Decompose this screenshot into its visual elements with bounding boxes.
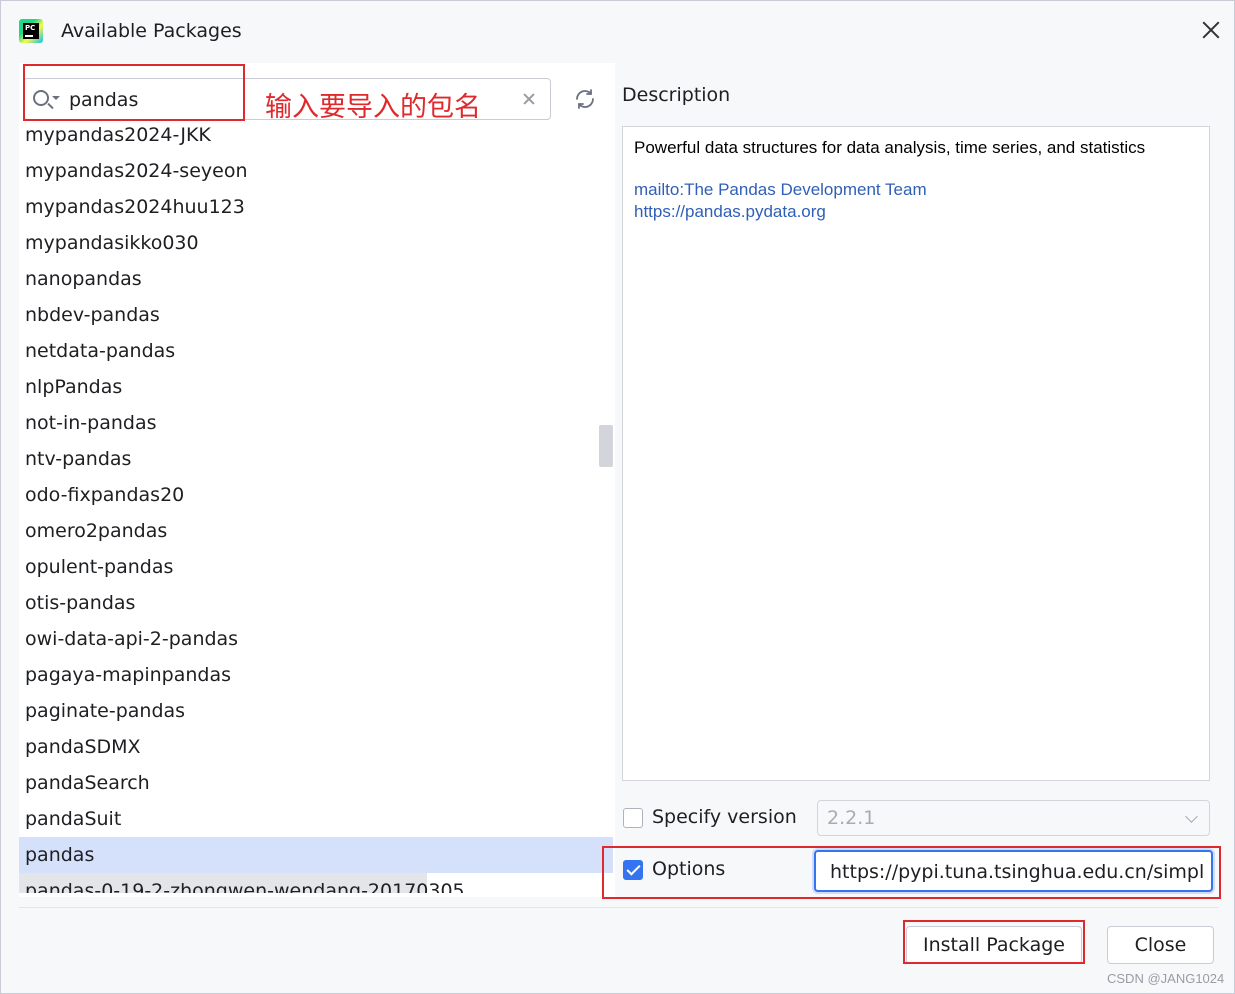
title-bar: PC Available Packages (1, 1, 1234, 63)
dialog-title: Available Packages (61, 20, 242, 42)
package-list-item[interactable]: mypandas2024-JKK (19, 121, 613, 153)
description-label: Description (622, 84, 731, 106)
chevron-down-icon (1185, 810, 1198, 823)
package-list-item[interactable]: owi-data-api-2-pandas (19, 621, 613, 657)
version-value: 2.2.1 (827, 807, 876, 829)
package-list-item[interactable]: opulent-pandas (19, 549, 613, 585)
close-icon[interactable] (1200, 19, 1222, 41)
close-button[interactable]: Close (1107, 926, 1214, 964)
options-highlight-box (602, 846, 1221, 899)
refresh-icon[interactable] (573, 87, 597, 111)
package-list-item[interactable]: pagaya-mapinpandas (19, 657, 613, 693)
install-highlight-box (903, 920, 1085, 964)
package-list[interactable]: mypandas2024-JKK mypandas2024-seyeon mypan… (19, 121, 613, 893)
available-packages-dialog: PC Available Packages 输入要导入的包名 mypandas2… (0, 0, 1235, 994)
specify-version-label: Specify version (652, 806, 797, 828)
footer-divider (19, 907, 1218, 908)
clear-search-icon[interactable] (521, 91, 537, 107)
watermark: CSDN @JANG1024 (1107, 971, 1225, 986)
package-list-item[interactable]: pandaSearch (19, 765, 613, 801)
package-list-item[interactable]: pandaSDMX (19, 729, 613, 765)
package-summary: Powerful data structures for data analys… (634, 138, 1146, 157)
list-scrollbar[interactable] (599, 425, 613, 467)
package-list-item[interactable]: otis-pandas (19, 585, 613, 621)
version-select[interactable]: 2.2.1 (817, 800, 1210, 836)
specify-version-checkbox[interactable] (623, 808, 643, 828)
package-list-item[interactable]: nbdev-pandas (19, 297, 613, 333)
homepage-link[interactable]: https://pandas.pydata.org (634, 202, 826, 222)
package-list-item[interactable]: pandas-0-19-2-zhongwen-wendang-20170305 (19, 873, 613, 893)
package-list-item[interactable]: mypandas2024-seyeon (19, 153, 613, 189)
search-annotation: 输入要导入的包名 (265, 92, 481, 123)
package-list-item[interactable]: not-in-pandas (19, 405, 613, 441)
package-list-panel: 输入要导入的包名 mypandas2024-JKKmypandas2024-se… (19, 63, 615, 897)
pycharm-logo-icon: PC (19, 19, 43, 43)
package-list-item[interactable]: pandaSuit (19, 801, 613, 837)
package-list-item[interactable]: ntv-pandas (19, 441, 613, 477)
description-panel: Powerful data structures for data analys… (622, 126, 1210, 781)
author-link[interactable]: mailto:The Pandas Development Team (634, 180, 927, 200)
package-list-item[interactable]: omero2pandas (19, 513, 613, 549)
package-list-item[interactable]: netdata-pandas (19, 333, 613, 369)
package-list-item[interactable]: pandas (19, 837, 613, 873)
package-list-item[interactable]: paginate-pandas (19, 693, 613, 729)
package-list-item[interactable]: odo-fixpandas20 (19, 477, 613, 513)
search-highlight-box (23, 64, 245, 121)
package-list-item[interactable]: mypandasikko030 (19, 225, 613, 261)
package-list-item[interactable]: nlpPandas (19, 369, 613, 405)
package-list-item[interactable]: nanopandas (19, 261, 613, 297)
package-list-item[interactable]: mypandas2024huu123 (19, 189, 613, 225)
